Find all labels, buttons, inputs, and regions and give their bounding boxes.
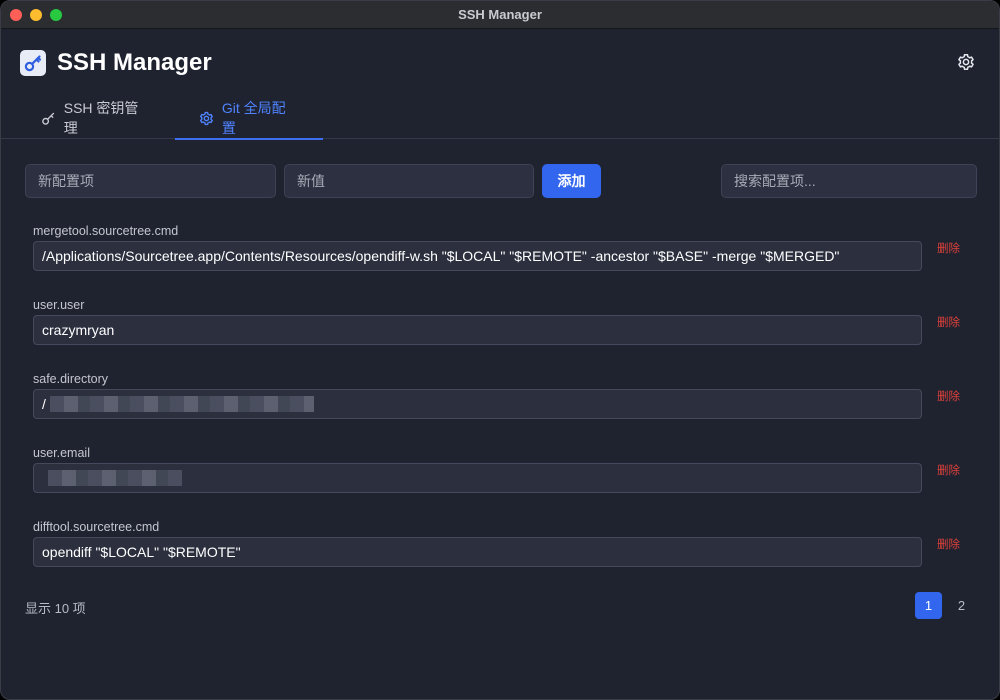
delete-button[interactable]: 删除	[937, 462, 960, 478]
app-header: SSH Manager	[1, 29, 999, 97]
page-button-2[interactable]: 2	[948, 592, 975, 619]
new-value-input[interactable]	[284, 164, 534, 198]
key-icon	[20, 50, 46, 76]
tab-ssh-keys-label: SSH 密钥管理	[63, 100, 139, 136]
list-footer: 显示 10 项 1 2	[25, 592, 975, 620]
window-title: SSH Manager	[458, 7, 542, 22]
maximize-window-button[interactable]	[50, 9, 62, 21]
config-value-field[interactable]: /Applications/Sourcetree.app/Contents/Re…	[33, 241, 922, 271]
app-title: SSH Manager	[57, 49, 212, 76]
add-button[interactable]: 添加	[542, 164, 601, 198]
config-value-field[interactable]: opendiff "$LOCAL" "$REMOTE"	[33, 537, 922, 567]
settings-button[interactable]	[955, 51, 977, 73]
config-value-text: /	[42, 396, 46, 412]
app-window: SSH Manager SSH Manager SSH 密钥管理 Git 全局配…	[0, 0, 1000, 700]
redacted-value	[48, 470, 182, 486]
config-entry: user.email 删除	[33, 445, 973, 493]
config-value-field[interactable]	[33, 463, 922, 493]
minimize-window-button[interactable]	[30, 9, 42, 21]
config-entry: safe.directory / 删除	[33, 371, 973, 419]
config-value-field[interactable]: crazymryan	[33, 315, 922, 345]
close-window-button[interactable]	[10, 9, 22, 21]
window-controls	[10, 9, 62, 21]
config-key: user.user	[33, 298, 85, 312]
config-entry: difftool.sourcetree.cmd opendiff "$LOCAL…	[33, 519, 973, 567]
config-value-field[interactable]: /	[33, 389, 922, 419]
new-key-input[interactable]	[25, 164, 276, 198]
config-key: mergetool.sourcetree.cmd	[33, 224, 179, 238]
pagination: 1 2	[915, 592, 975, 619]
page-button-1[interactable]: 1	[915, 592, 942, 619]
config-key: difftool.sourcetree.cmd	[33, 520, 160, 534]
config-key: user.email	[33, 446, 90, 460]
tab-ssh-keys[interactable]: SSH 密钥管理	[1, 97, 175, 139]
delete-button[interactable]: 删除	[937, 536, 960, 552]
gear-icon	[958, 54, 974, 70]
config-key: safe.directory	[33, 372, 109, 386]
delete-button[interactable]: 删除	[937, 388, 960, 404]
tab-git-config-label: Git 全局配置	[221, 100, 286, 136]
search-input[interactable]	[721, 164, 977, 198]
gear-icon	[199, 111, 213, 125]
config-entry: mergetool.sourcetree.cmd /Applications/S…	[33, 223, 973, 271]
delete-button[interactable]: 删除	[937, 240, 960, 256]
config-entry: user.user crazymryan 删除	[33, 297, 973, 345]
item-count: 显示 10 项	[25, 601, 86, 616]
add-config-toolbar: 添加	[25, 164, 977, 198]
tab-git-config[interactable]: Git 全局配置	[175, 97, 323, 140]
delete-button[interactable]: 删除	[937, 314, 960, 330]
key-icon	[42, 112, 55, 125]
redacted-value	[50, 396, 314, 412]
tab-bar: SSH 密钥管理 Git 全局配置	[1, 97, 999, 140]
title-bar: SSH Manager	[1, 1, 999, 29]
